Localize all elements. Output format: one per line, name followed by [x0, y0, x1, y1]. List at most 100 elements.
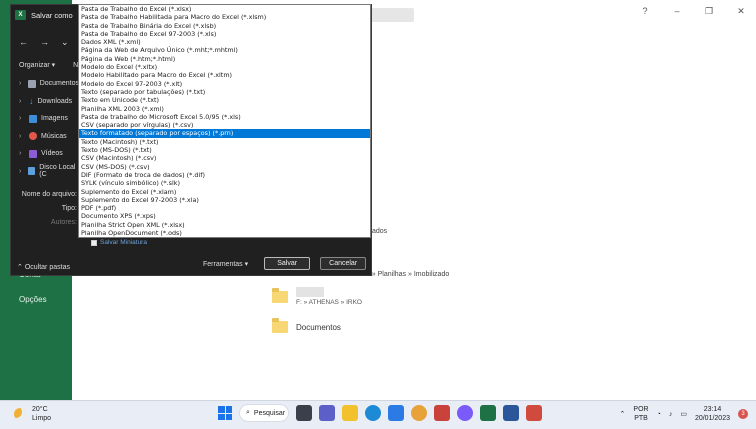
- chevron-right-icon[interactable]: ›: [19, 133, 25, 140]
- nav-item-local-disk[interactable]: › Disco Local (C: [11, 163, 79, 180]
- weather-widget[interactable]: 20°C Limpo: [14, 405, 51, 423]
- file-type-option[interactable]: Planilha OpenDocument (*.ods): [79, 229, 370, 237]
- excel-icon: X: [15, 10, 26, 20]
- chevron-right-icon[interactable]: ›: [19, 80, 24, 87]
- file-type-dropdown-list[interactable]: Pasta de Trabalho do Excel (*.xlsx) Pasta…: [78, 4, 371, 239]
- organize-menu[interactable]: Organizar ▾ N: [19, 61, 78, 69]
- file-type-option[interactable]: Pasta de Trabalho Binária do Excel (*.xl…: [79, 22, 370, 30]
- nav-label: Imagens: [41, 115, 68, 122]
- volume-icon[interactable]: ♪: [669, 411, 673, 418]
- chevron-down-icon[interactable]: ⌄: [61, 37, 69, 48]
- word-taskbar-icon[interactable]: [503, 405, 519, 421]
- file-type-option[interactable]: Planilha XML 2003 (*.xml): [79, 105, 370, 113]
- nav-arrows: ← → ⌄ ↑: [19, 37, 85, 48]
- file-type-option[interactable]: PDF (*.pdf): [79, 204, 370, 212]
- back-arrow-icon[interactable]: ←: [19, 37, 28, 48]
- file-type-option[interactable]: Texto (Macintosh) (*.txt): [79, 138, 370, 146]
- file-type-option[interactable]: Suplemento do Excel 97-2003 (*.xla): [79, 196, 370, 204]
- save-thumbnail-checkbox[interactable]: Salvar Miniatura: [91, 239, 147, 246]
- documents-folder-row[interactable]: Documentos: [272, 318, 341, 333]
- notification-badge[interactable]: 3: [738, 409, 748, 419]
- nav-item-images[interactable]: › Imagens: [11, 110, 79, 127]
- backstage-fragment: ados: [372, 228, 388, 235]
- navigation-pane: › Documentos › ↓ Downloads › Imagens › M…: [11, 75, 79, 180]
- hide-folders-toggle[interactable]: ⌃ Ocultar pastas: [17, 263, 70, 271]
- file-type-option[interactable]: Texto (MS-DOS) (*.txt): [79, 146, 370, 154]
- app-icon-3[interactable]: [526, 405, 542, 421]
- file-type-option[interactable]: SYLK (vínculo simbólico) (*.slk): [79, 179, 370, 187]
- app-icon-2[interactable]: [457, 405, 473, 421]
- file-type-option[interactable]: Modelo do Excel (*.xltx): [79, 63, 370, 71]
- file-type-option[interactable]: Modelo do Excel 97-2003 (*.xlt): [79, 80, 370, 88]
- drive-icon: [28, 167, 36, 175]
- nav-item-music[interactable]: › Músicas: [11, 128, 79, 145]
- chevron-up-icon[interactable]: ⌃: [620, 410, 626, 418]
- help-icon[interactable]: ?: [640, 6, 650, 17]
- checkbox-icon[interactable]: [91, 239, 97, 246]
- nav-item-documents[interactable]: › Documentos: [11, 75, 79, 92]
- system-tray: ⌃ POR PTB ◔ ♪ ▭ 23:14 20/01/2023 3: [620, 405, 748, 423]
- recent-folder-row[interactable]: F: » ATHENAS » IRKO: [272, 287, 362, 306]
- chat-icon[interactable]: [319, 405, 335, 421]
- file-type-option[interactable]: Dados XML (*.xml): [79, 38, 370, 46]
- search-label: Pesquisar: [253, 409, 286, 417]
- side-item-options[interactable]: Opções: [19, 295, 47, 304]
- file-type-option[interactable]: Pasta de Trabalho do Excel 97-2003 (*.xl…: [79, 30, 370, 38]
- taskbar-apps: ⌕ Pesquisar: [218, 404, 542, 422]
- file-type-option[interactable]: Suplemento do Excel (*.xlam): [79, 188, 370, 196]
- file-type-option[interactable]: Página da Web de Arquivo Único (*.mht;*.…: [79, 46, 370, 54]
- file-type-option[interactable]: DIF (Formato de troca de dados) (*.dif): [79, 171, 370, 179]
- nav-label: Disco Local (C: [39, 164, 76, 178]
- nav-item-downloads[interactable]: › ↓ Downloads: [11, 93, 79, 110]
- forward-arrow-icon[interactable]: →: [40, 37, 49, 48]
- file-type-option[interactable]: Pasta de trabalho do Microsoft Excel 5.0…: [79, 113, 370, 121]
- battery-icon[interactable]: ▭: [680, 410, 687, 418]
- nav-item-videos[interactable]: › Vídeos: [11, 145, 79, 162]
- restore-icon[interactable]: ❐: [704, 6, 714, 17]
- file-type-option[interactable]: Página da Web (*.htm;*.html): [79, 55, 370, 63]
- search-icon: ⌕: [246, 409, 250, 416]
- file-type-option[interactable]: Planilha Strict Open XML (*.xlsx): [79, 221, 370, 229]
- file-type-option[interactable]: Pasta de Trabalho do Excel (*.xlsx): [79, 5, 370, 13]
- file-type-option[interactable]: Documento XPS (*.xps): [79, 212, 370, 220]
- file-type-option[interactable]: Modelo Habilitado para Macro do Excel (*…: [79, 71, 370, 79]
- file-type-option[interactable]: Texto em Unicode (*.txt): [79, 96, 370, 104]
- task-view-icon[interactable]: [296, 405, 312, 421]
- clock[interactable]: 23:14 20/01/2023: [695, 405, 730, 423]
- close-icon[interactable]: ✕: [736, 6, 746, 17]
- excel-taskbar-icon[interactable]: [480, 405, 496, 421]
- store-icon[interactable]: [388, 405, 404, 421]
- chevron-right-icon[interactable]: ›: [19, 98, 25, 105]
- minimize-icon[interactable]: –: [672, 6, 682, 17]
- tools-menu[interactable]: Ferramentas ▾: [203, 260, 248, 268]
- nav-label: Vídeos: [41, 150, 63, 157]
- edge-icon[interactable]: [365, 405, 381, 421]
- music-icon: [29, 132, 37, 140]
- file-type-option[interactable]: Pasta de Trabalho Habilitada para Macro …: [79, 13, 370, 21]
- chevron-right-icon[interactable]: ›: [19, 115, 25, 122]
- file-type-option[interactable]: Texto (separado por tabulações) (*.txt): [79, 88, 370, 96]
- chevron-right-icon[interactable]: ›: [19, 168, 24, 175]
- file-type-option[interactable]: CSV (MS-DOS) (*.csv): [79, 163, 370, 171]
- file-type-option[interactable]: CSV (separado por vírgulas) (*.csv): [79, 121, 370, 129]
- file-type-option[interactable]: CSV (Macintosh) (*.csv): [79, 154, 370, 162]
- lang-secondary: PTB: [634, 415, 648, 422]
- folder-icon: [272, 287, 288, 303]
- chrome-icon[interactable]: [411, 405, 427, 421]
- weather-temp: 20°C: [32, 406, 48, 413]
- dialog-button-row: Ferramentas ▾ Salvar Cancelar: [203, 257, 367, 270]
- wifi-icon[interactable]: ◔: [657, 411, 661, 418]
- clock-time: 23:14: [703, 406, 722, 413]
- save-button[interactable]: Salvar: [264, 257, 311, 270]
- app-icon[interactable]: [434, 405, 450, 421]
- chevron-up-icon: ⌃: [17, 264, 23, 271]
- window-controls: ? – ❐ ✕: [640, 6, 746, 17]
- chevron-right-icon[interactable]: ›: [19, 150, 25, 157]
- file-explorer-icon[interactable]: [342, 405, 358, 421]
- language-indicator[interactable]: POR PTB: [633, 405, 648, 423]
- taskbar-search[interactable]: ⌕ Pesquisar: [239, 404, 289, 422]
- cancel-button[interactable]: Cancelar: [320, 257, 367, 270]
- start-icon[interactable]: [218, 406, 232, 420]
- file-type-option[interactable]: Texto formatado (separado por espaços) (…: [79, 129, 370, 138]
- download-icon: ↓: [29, 96, 34, 106]
